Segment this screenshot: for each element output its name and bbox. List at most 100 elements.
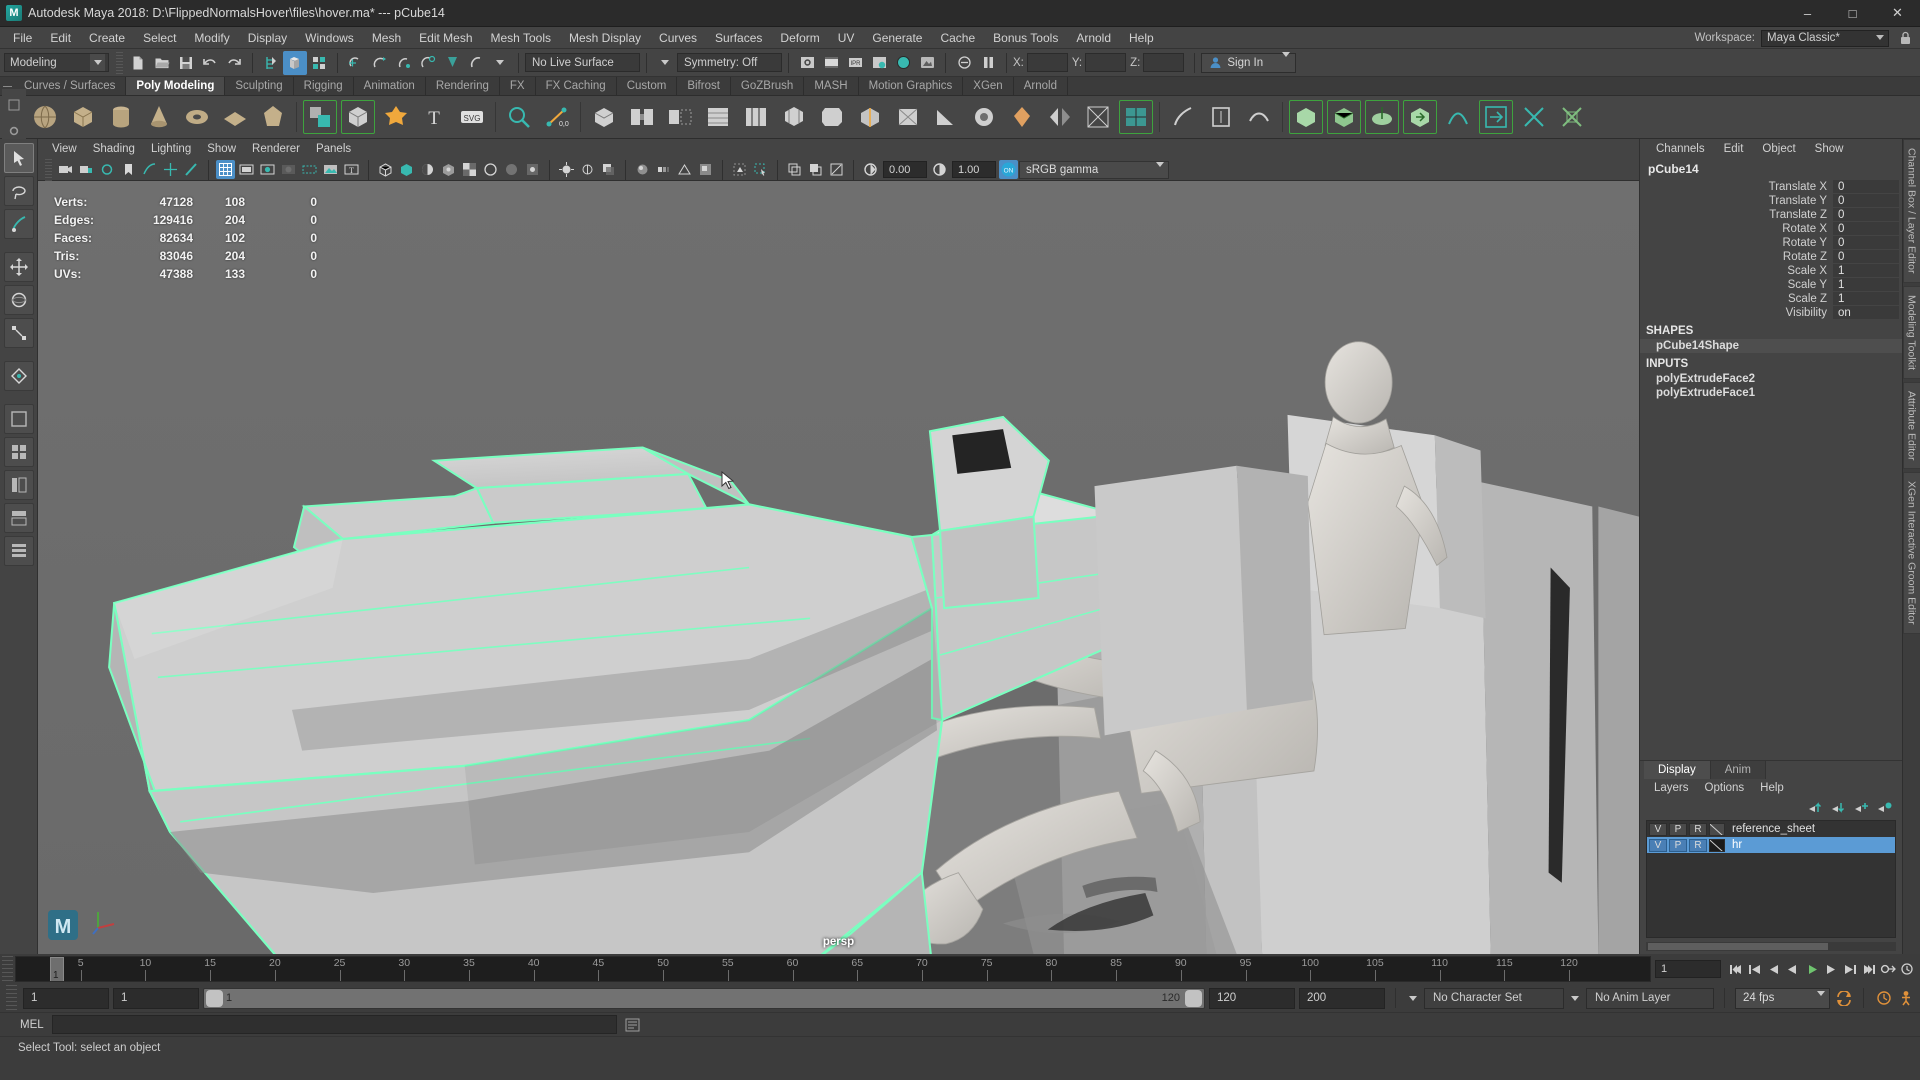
- paste-view-icon[interactable]: [806, 160, 825, 179]
- shelf-tab-animation[interactable]: Animation: [353, 77, 426, 95]
- layer-visibility-toggle[interactable]: V: [1649, 822, 1667, 836]
- lp-menu-layers[interactable]: Layers: [1646, 782, 1697, 794]
- shelf-tab-gozbrush[interactable]: GoZBrush: [730, 77, 805, 95]
- menu-mesh-display[interactable]: Mesh Display: [560, 27, 650, 49]
- shelf-connect-icon[interactable]: [853, 100, 887, 134]
- current-frame-field[interactable]: 1: [1655, 960, 1721, 978]
- playback-end-field[interactable]: 120: [1209, 987, 1295, 1009]
- time-slider-grip[interactable]: [2, 956, 13, 982]
- viewport-menu-lighting[interactable]: Lighting: [143, 143, 199, 155]
- play-forwards-button[interactable]: [1802, 958, 1821, 980]
- animation-preferences-gear-button[interactable]: [1874, 987, 1893, 1009]
- attr-value[interactable]: 1: [1833, 278, 1899, 291]
- shelf-poly-prism-icon[interactable]: [256, 100, 290, 134]
- attr-value[interactable]: 1: [1833, 292, 1899, 305]
- hud-text-icon[interactable]: T: [342, 160, 361, 179]
- toolbar-grip[interactable]: [45, 158, 52, 181]
- character-set-chevron-icon[interactable]: [1406, 995, 1420, 1001]
- shelf-smooth-icon[interactable]: [379, 100, 413, 134]
- camera-attributes-icon[interactable]: [98, 160, 117, 179]
- layer-color-swatch[interactable]: [1709, 838, 1725, 852]
- camera-select-icon[interactable]: [56, 160, 75, 179]
- menu-help[interactable]: Help: [1120, 27, 1163, 49]
- render-current-frame-button[interactable]: [795, 51, 819, 75]
- step-back-frame-button[interactable]: [1764, 958, 1783, 980]
- shelf-dropdown-rail[interactable]: [2, 89, 26, 145]
- cb-menu-channels[interactable]: Channels: [1648, 143, 1713, 155]
- resolution-gate-icon[interactable]: [258, 160, 277, 179]
- layer-playback-toggle[interactable]: P: [1669, 822, 1687, 836]
- shelf-uv-editor-icon[interactable]: [502, 100, 536, 134]
- shelf-text-icon[interactable]: T: [417, 100, 451, 134]
- shelf-merge-icon[interactable]: [1005, 100, 1039, 134]
- four-view-layout-button[interactable]: [3, 437, 34, 467]
- shelf-poly-cylinder-icon[interactable]: [104, 100, 138, 134]
- layer-row-reference-sheet[interactable]: V P R reference_sheet: [1647, 821, 1895, 837]
- render-settings-button[interactable]: [867, 51, 891, 75]
- layer-reference-toggle[interactable]: R: [1689, 838, 1707, 852]
- shelf-sculpt-brush-icon[interactable]: [1166, 100, 1200, 134]
- minimize-button[interactable]: –: [1785, 0, 1830, 27]
- time-slider-playhead[interactable]: 1: [50, 957, 64, 981]
- layer-name[interactable]: hr: [1727, 839, 1742, 851]
- step-back-key-button[interactable]: [1745, 958, 1764, 980]
- grease-pencil-icon[interactable]: [182, 160, 201, 179]
- menu-arnold[interactable]: Arnold: [1067, 27, 1120, 49]
- script-editor-icon[interactable]: [621, 1015, 643, 1035]
- shelf-combine-icon[interactable]: [303, 100, 337, 134]
- viewport-menu-show[interactable]: Show: [199, 143, 244, 155]
- copy-view-icon[interactable]: [785, 160, 804, 179]
- channel-row-scale-z[interactable]: Scale Z 1: [1640, 292, 1899, 305]
- new-layer-from-selected-icon[interactable]: [1877, 801, 1892, 814]
- shelf-tab-curves-surfaces[interactable]: Curves / Surfaces: [14, 77, 127, 95]
- use-default-material-icon[interactable]: [481, 160, 500, 179]
- menu-deform[interactable]: Deform: [771, 27, 828, 49]
- shelf-quad-draw-icon[interactable]: [1119, 100, 1153, 134]
- wireframe-shading-icon[interactable]: [376, 160, 395, 179]
- toolbar-grip[interactable]: [116, 51, 123, 74]
- playback-start-field[interactable]: 1: [113, 987, 199, 1009]
- anim-layer-field[interactable]: No Anim Layer: [1586, 987, 1714, 1009]
- command-input[interactable]: [52, 1015, 617, 1034]
- channel-row-translate-z[interactable]: Translate Z 0: [1640, 208, 1899, 221]
- select-by-component-button[interactable]: [307, 51, 331, 75]
- toggle-xray-button[interactable]: [952, 51, 976, 75]
- undo-button[interactable]: [198, 51, 222, 75]
- shelf-svg-icon[interactable]: SVG: [455, 100, 489, 134]
- dock-tab-attribute-editor[interactable]: Attribute Editor: [1902, 381, 1920, 470]
- shelf-separate-icon[interactable]: [341, 100, 375, 134]
- range-start-handle[interactable]: [206, 989, 223, 1007]
- snap-to-curve-button[interactable]: [368, 51, 392, 75]
- chevron-down-icon[interactable]: [90, 54, 105, 71]
- shelf-poly-cone-icon[interactable]: [142, 100, 176, 134]
- move-layer-down-icon[interactable]: [1831, 801, 1846, 814]
- playback-speed-combo[interactable]: 24 fps: [1735, 987, 1830, 1009]
- animation-preferences-button[interactable]: [1897, 958, 1916, 980]
- color-profile-combo[interactable]: sRGB gamma: [1019, 160, 1169, 179]
- shelf-tab-arnold[interactable]: Arnold: [1013, 77, 1068, 95]
- hypergraph-layout-button[interactable]: [3, 503, 34, 533]
- new-scene-button[interactable]: [126, 51, 150, 75]
- step-forward-frame-button[interactable]: [1821, 958, 1840, 980]
- shelf-poly-plane-icon[interactable]: [218, 100, 252, 134]
- attr-value[interactable]: 0: [1833, 222, 1899, 235]
- channel-row-rotate-y[interactable]: Rotate Y 0: [1640, 236, 1899, 249]
- shelf-tab-poly-modeling[interactable]: Poly Modeling: [126, 77, 226, 95]
- shelf-smooth-tool-icon[interactable]: [1242, 100, 1276, 134]
- shadows-icon[interactable]: [599, 160, 618, 179]
- gamma-icon[interactable]: [930, 160, 949, 179]
- close-button[interactable]: ✕: [1875, 0, 1920, 27]
- rotate-tool-button[interactable]: [3, 285, 34, 315]
- range-slider-grip[interactable]: [6, 985, 17, 1011]
- dock-tab-channel-box[interactable]: Channel Box / Layer Editor: [1902, 139, 1920, 283]
- single-view-layout-button[interactable]: [3, 404, 34, 434]
- viewport-menu-view[interactable]: View: [44, 143, 85, 155]
- shelf-normals-icon[interactable]: [1365, 100, 1399, 134]
- symmetry-field[interactable]: Symmetry: Off: [677, 53, 782, 72]
- camera-lock-icon[interactable]: [77, 160, 96, 179]
- viewport-3d-canvas[interactable]: Verts: 47128 108 0 Edges: 129416 204 0 F…: [38, 181, 1639, 954]
- shelf-chamfer-icon[interactable]: [967, 100, 1001, 134]
- play-backwards-button[interactable]: [1783, 958, 1802, 980]
- menu-windows[interactable]: Windows: [296, 27, 363, 49]
- shelf-bridge-icon[interactable]: [625, 100, 659, 134]
